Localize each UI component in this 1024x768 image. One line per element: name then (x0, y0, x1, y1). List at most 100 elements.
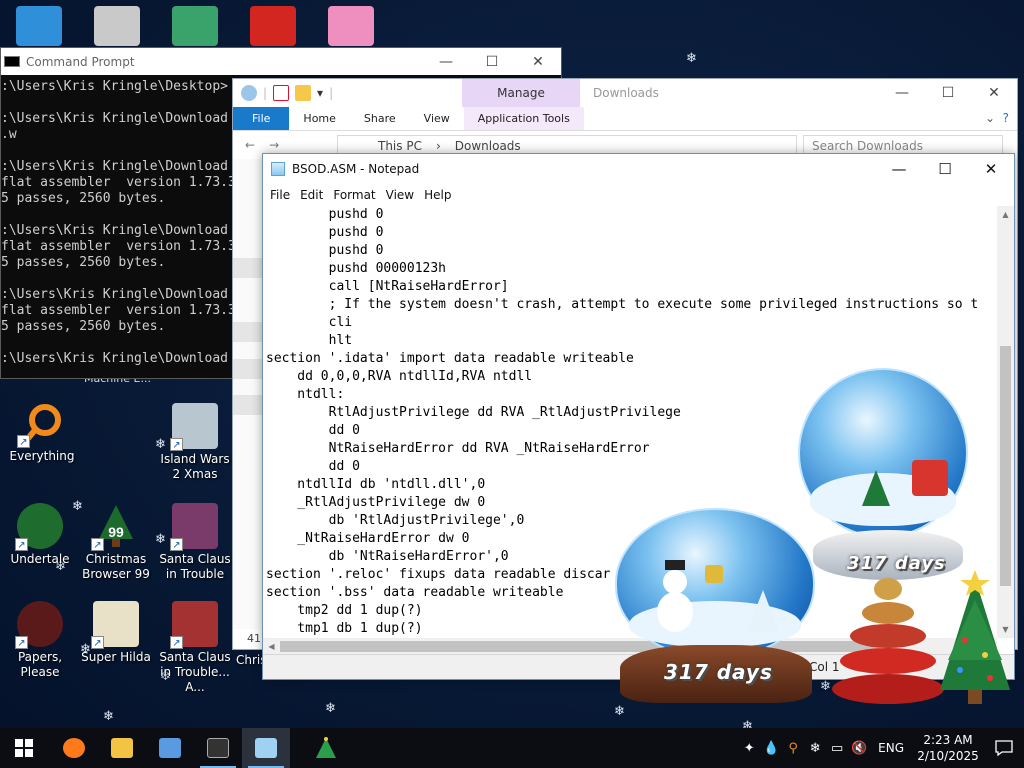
code-line: pushd 0 (266, 207, 384, 222)
desktop-icon-island-wars[interactable]: ↗ Island Wars 2 Xmas (155, 403, 235, 482)
tab-home[interactable]: Home (289, 107, 349, 130)
maximize-button[interactable]: ☐ (469, 48, 515, 75)
input-language[interactable]: ENG (870, 741, 912, 755)
desktop-icon-everything[interactable]: ↗ Everything (2, 400, 82, 464)
windows-logo-icon (15, 739, 33, 757)
nav-pane-item[interactable] (233, 395, 263, 415)
desktop-icon-label: Undertale (10, 552, 70, 566)
desktop-icon-santa-claus[interactable]: ↗ Santa Claus in Trouble (155, 503, 235, 582)
manage-tab[interactable]: Manage (462, 79, 580, 107)
clock[interactable]: 2:23 AM 2/10/2025 (912, 732, 984, 764)
notepad-titlebar[interactable]: BSOD.ASM - Notepad — ☐ ✕ (263, 154, 1014, 184)
nav-pane-item[interactable] (233, 258, 263, 278)
snowman-body (657, 592, 693, 632)
menu-view[interactable]: View (381, 188, 419, 202)
volume-muted-icon[interactable]: 🔇 (848, 741, 870, 756)
tree-pin-icon[interactable] (302, 728, 350, 768)
desktop-icon-super-hilda[interactable]: ↗ Super Hilda (76, 601, 156, 665)
maximize-button[interactable]: ☐ (925, 79, 971, 106)
tab-view[interactable]: View (410, 107, 464, 130)
chevron-down-icon[interactable]: ▾ (317, 86, 323, 100)
pig-game-icon[interactable] (328, 6, 374, 46)
explorer-titlebar[interactable]: | ▾ | Manage Downloads — ☐ ✕ (233, 79, 1017, 107)
santa-icon: ↗ (170, 503, 218, 551)
desktop-icon-undertale[interactable]: ↗ Undertale (0, 503, 80, 567)
scroll-up-icon[interactable]: ▲ (997, 206, 1014, 223)
christmas-tree-decoration (930, 570, 1020, 720)
scrollbar-thumb[interactable] (1000, 346, 1011, 586)
new-folder-icon[interactable] (295, 85, 312, 101)
tab-file[interactable]: File (233, 107, 290, 130)
tab-application-tools[interactable]: Application Tools (463, 107, 584, 130)
scroll-left-icon[interactable]: ◀ (263, 638, 280, 655)
close-button[interactable]: ✕ (968, 156, 1014, 183)
ie-icon[interactable] (16, 6, 62, 46)
menu-help[interactable]: Help (419, 188, 456, 202)
code-line: pushd 0 (266, 225, 384, 240)
ethernet-icon[interactable]: ▭ (826, 741, 848, 756)
globe-sphere (798, 368, 968, 538)
minimize-button[interactable]: — (423, 48, 469, 75)
taskbar-app-button[interactable] (98, 728, 146, 768)
photo-app-icon[interactable] (94, 6, 140, 46)
menu-format[interactable]: Format (328, 188, 380, 202)
taskbar-app-button[interactable] (50, 728, 98, 768)
navigation-pane[interactable] (233, 159, 263, 629)
taskbar-app-button[interactable] (242, 728, 290, 768)
ribbon-tabs: File Home Share View Application Tools ⌄… (233, 107, 1017, 131)
game-app-icon (159, 738, 181, 758)
desktop-icon-christmas-browser[interactable]: 99 ↗ Christmas Browser 99 (76, 503, 156, 582)
file-explorer-icon (111, 738, 133, 758)
properties-icon[interactable] (273, 85, 290, 101)
island-wars-icon: ↗ (170, 403, 218, 451)
explorer-app-icon (241, 85, 257, 101)
notification-center-button[interactable] (984, 740, 1024, 756)
nav-pane-item[interactable] (233, 359, 263, 379)
clock-date: 2/10/2025 (917, 749, 979, 763)
desktop-icon-label: Island Wars 2 Xmas (160, 452, 230, 481)
taskbar-app-button[interactable] (146, 728, 194, 768)
divider: | (263, 86, 268, 100)
search-tool-icon[interactable]: ⚲ (782, 741, 804, 756)
code-line: pushd 00000123h (266, 261, 447, 276)
help-icon[interactable]: ? (1003, 111, 1009, 125)
breadcrumb-downloads[interactable]: Downloads (455, 139, 521, 153)
desktop-icon-papers-please[interactable]: ↗ Papers, Please (0, 601, 80, 680)
taskbar-app-button[interactable] (194, 728, 242, 768)
notepad-icon (255, 738, 277, 758)
shortcut-arrow-icon: ↗ (17, 435, 30, 448)
code-line: cli (266, 315, 353, 330)
breadcrumb-this-pc[interactable]: This PC (378, 139, 422, 153)
ribbon-expand-controls[interactable]: ⌄ ? (985, 111, 1009, 125)
menu-file[interactable]: File (265, 188, 295, 202)
start-button[interactable] (0, 728, 48, 768)
shortcut-arrow-icon: ↗ (15, 636, 28, 649)
divider: | (329, 86, 334, 100)
minimize-button[interactable]: — (879, 79, 925, 106)
maximize-button[interactable]: ☐ (922, 156, 968, 183)
character-game-icon[interactable] (172, 6, 218, 46)
desktop-icon-santa-claus-2[interactable]: ↗ Santa Claus in Trouble... A... (155, 601, 235, 695)
command-prompt-icon (4, 56, 20, 67)
tab-share[interactable]: Share (350, 107, 410, 130)
globe-sphere (615, 508, 815, 658)
network-icon[interactable]: ✦ (738, 741, 760, 756)
shortcut-arrow-icon: ↗ (170, 636, 183, 649)
shortcut-arrow-icon: ↗ (15, 538, 28, 551)
forward-arrow-icon[interactable]: → (269, 138, 279, 152)
back-arrow-icon[interactable]: ← (245, 138, 255, 152)
nav-pane-item[interactable] (233, 322, 263, 342)
days-counter: 317 days (664, 660, 773, 684)
close-button[interactable]: ✕ (515, 48, 561, 75)
code-line: pushd 0 (266, 243, 384, 258)
snowflake-tray-icon[interactable]: ❄ (804, 741, 826, 756)
minimize-button[interactable]: — (876, 156, 922, 183)
cmd-titlebar[interactable]: Command Prompt — ☐ ✕ (1, 48, 561, 75)
snowman-hat (665, 560, 685, 570)
menu-edit[interactable]: Edit (295, 188, 328, 202)
water-drop-icon[interactable]: 💧 (760, 741, 782, 756)
mcdonalds-icon[interactable] (250, 6, 296, 46)
notepad-menubar: File Edit Format View Help (263, 184, 1014, 206)
snowflake: ❄ (103, 709, 114, 724)
close-button[interactable]: ✕ (971, 79, 1017, 106)
